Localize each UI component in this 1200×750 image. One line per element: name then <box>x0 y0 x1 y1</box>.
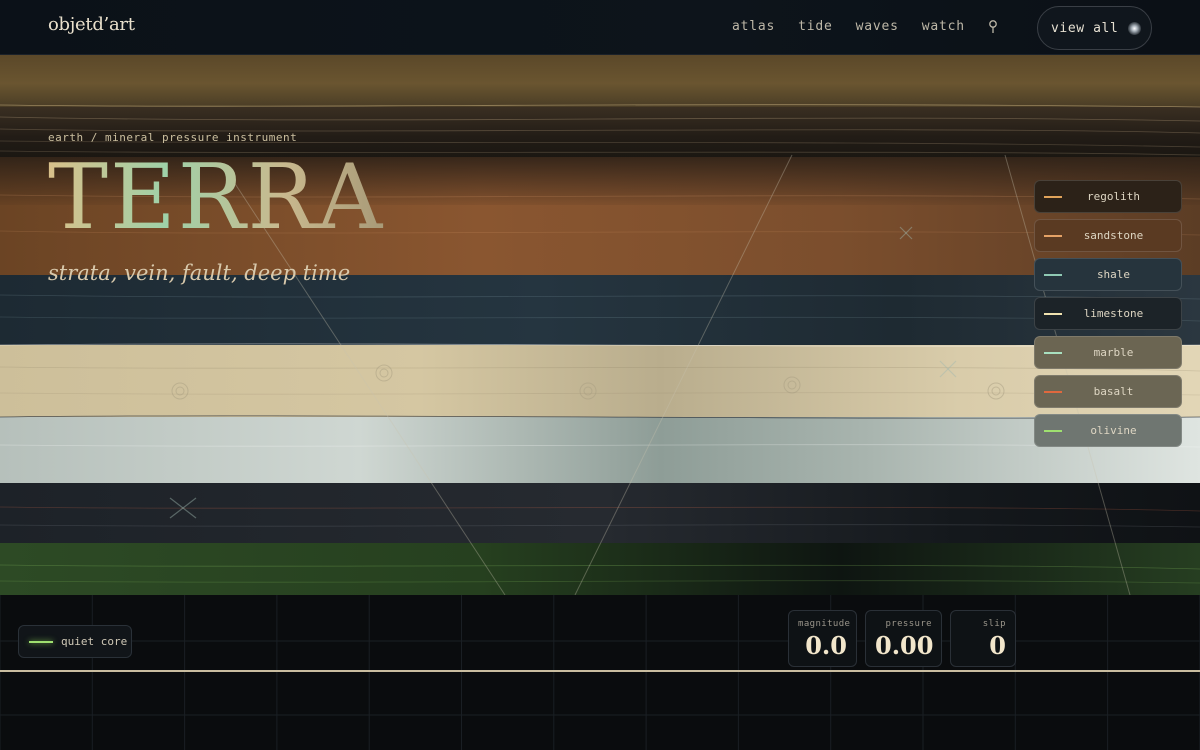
meter-value: 0.00 <box>875 631 934 660</box>
readout-meters: magnitude 0.0 pressure 0.00 slip 0 <box>788 610 1016 667</box>
nav-item-waves[interactable]: waves <box>856 19 899 34</box>
view-all-label: view all <box>1051 20 1119 36</box>
top-bar: objetd’art atlas tide waves watch view a… <box>0 0 1200 55</box>
meter-value: 0 <box>989 631 1006 660</box>
legend-item-regolith[interactable]: regolith <box>1034 180 1182 213</box>
legend-item-olivine[interactable]: olivine <box>1034 414 1182 447</box>
legend-label: basalt <box>1093 385 1134 398</box>
page-subtitle: strata, vein, fault, deep time <box>48 261 351 285</box>
view-all-button[interactable]: view all <box>1037 6 1152 50</box>
seismograph-baseline <box>0 670 1200 672</box>
glowing-orb-icon <box>1128 21 1142 35</box>
strata-legend: regolith sandstone shale limestone marbl… <box>1034 180 1182 453</box>
legend-swatch <box>1044 273 1062 276</box>
legend-swatch <box>1044 390 1062 393</box>
nav-item-tide[interactable]: tide <box>798 19 833 34</box>
legend-swatch <box>1044 429 1062 432</box>
background-grid <box>0 595 1200 750</box>
meter-key: slip <box>982 619 1006 629</box>
legend-item-marble[interactable]: marble <box>1034 336 1182 369</box>
meter-key: pressure <box>885 619 932 629</box>
brand-logo[interactable]: objetd’art <box>48 14 135 35</box>
legend-label: sandstone <box>1083 229 1144 242</box>
breadcrumb: earth / mineral pressure instrument <box>48 131 298 144</box>
location-pin-icon[interactable] <box>985 17 1001 37</box>
legend-label: marble <box>1093 346 1134 359</box>
legend-swatch <box>1044 195 1062 198</box>
page-title: TERRA <box>48 145 385 250</box>
legend-item-shale[interactable]: shale <box>1034 258 1182 291</box>
legend-swatch <box>1044 351 1062 354</box>
legend-swatch <box>1044 312 1062 315</box>
status-panel: quiet core magnitude 0.0 pressure 0.00 s… <box>0 595 1200 750</box>
legend-item-basalt[interactable]: basalt <box>1034 375 1182 408</box>
pressure-meter: pressure 0.00 <box>865 610 942 667</box>
legend-label: olivine <box>1090 424 1137 437</box>
magnitude-meter: magnitude 0.0 <box>788 610 857 667</box>
nav-item-atlas[interactable]: atlas <box>732 19 775 34</box>
legend-label: regolith <box>1087 190 1140 203</box>
core-label: quiet core <box>61 635 128 648</box>
core-swatch <box>29 640 53 643</box>
main-nav: atlas tide waves watch <box>732 19 965 34</box>
legend-label: limestone <box>1083 307 1144 320</box>
legend-label: shale <box>1096 268 1131 281</box>
nav-item-watch[interactable]: watch <box>922 19 965 34</box>
legend-swatch <box>1044 234 1062 237</box>
legend-item-limestone[interactable]: limestone <box>1034 297 1182 330</box>
strata-visualization: earth / mineral pressure instrument TERR… <box>0 55 1200 595</box>
meter-key: magnitude <box>798 619 851 629</box>
slip-meter: slip 0 <box>950 610 1016 667</box>
meter-value: 0.0 <box>805 631 847 660</box>
quiet-core-indicator[interactable]: quiet core <box>18 625 132 658</box>
legend-item-sandstone[interactable]: sandstone <box>1034 219 1182 252</box>
